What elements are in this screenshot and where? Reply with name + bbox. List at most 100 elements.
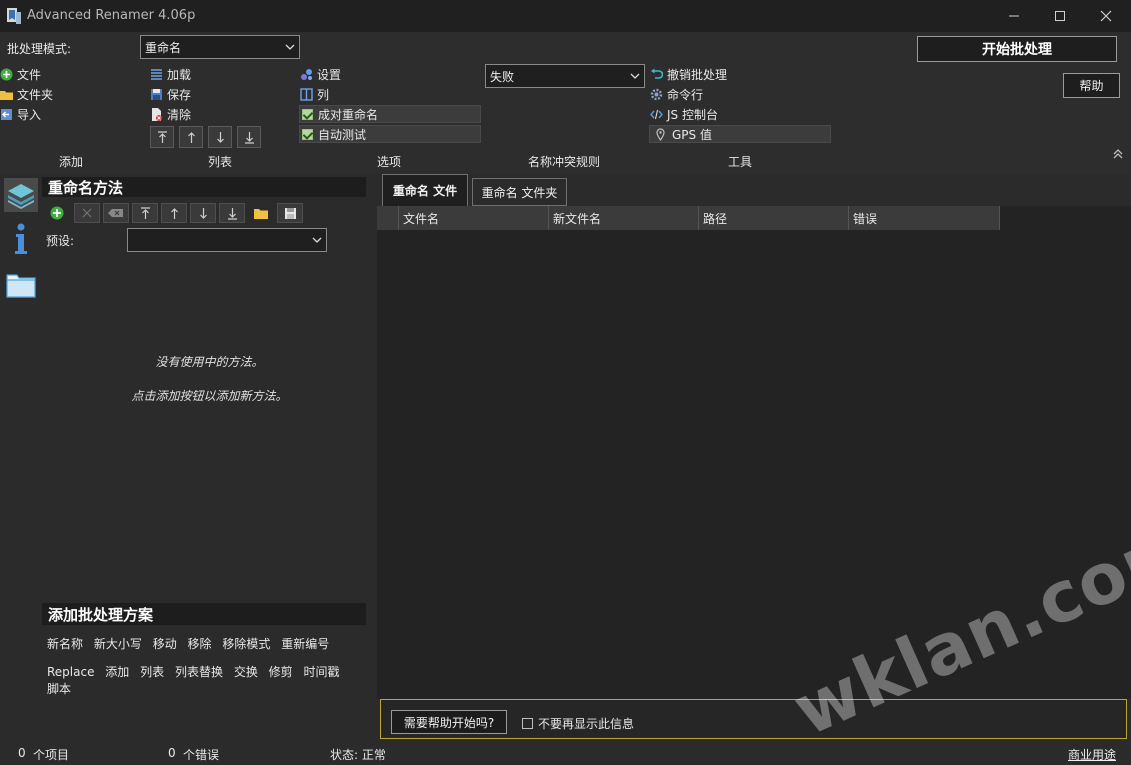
- columns-label: 列: [317, 88, 330, 102]
- load-list-label: 加载: [167, 68, 192, 82]
- clear-methods-button[interactable]: [103, 203, 129, 223]
- close-button[interactable]: [1083, 0, 1129, 32]
- import-button[interactable]: 导入: [0, 106, 41, 123]
- method-move-down-button[interactable]: [190, 203, 216, 223]
- chevron-down-icon: [312, 237, 322, 243]
- checkbox-checked-icon: [302, 108, 313, 120]
- arrow-up-icon: [187, 131, 195, 143]
- collapse-ribbon-button[interactable]: [1112, 148, 1124, 160]
- add-file-button[interactable]: 文件: [0, 66, 41, 83]
- method-link[interactable]: 移除: [188, 637, 212, 651]
- method-move-up-button[interactable]: [161, 203, 187, 223]
- arrow-to-top-icon: [157, 130, 167, 143]
- column-header-new-filename[interactable]: 新文件名: [549, 206, 699, 230]
- conflict-rule-select[interactable]: 失败: [485, 64, 645, 88]
- clear-list-button[interactable]: 清除: [150, 106, 191, 123]
- method-link[interactable]: 移除模式: [222, 637, 270, 651]
- batch-mode-value: 重命名: [145, 40, 182, 55]
- add-folder-label: 文件夹: [17, 88, 54, 102]
- start-batch-button[interactable]: 开始批处理: [917, 36, 1117, 62]
- undo-batch-label: 撤销批处理: [667, 68, 728, 82]
- side-tab-folder[interactable]: [4, 268, 38, 302]
- move-down-button[interactable]: [208, 126, 232, 148]
- tab-rename-folders[interactable]: 重命名 文件夹: [472, 178, 567, 206]
- file-list-area: 重命名 文件 重命名 文件夹 文件名 新文件名 路径 错误 需要帮助开始吗? 不…: [377, 174, 1131, 739]
- columns-icon: [300, 88, 313, 101]
- side-tab-info[interactable]: [4, 222, 38, 256]
- method-link[interactable]: 脚本: [47, 682, 71, 696]
- method-move-top-button[interactable]: [132, 203, 158, 223]
- auto-test-toggle[interactable]: 自动测试: [299, 125, 481, 143]
- method-link[interactable]: 添加: [105, 665, 129, 679]
- need-help-button[interactable]: 需要帮助开始吗?: [391, 710, 507, 734]
- errors-count: 0: [168, 746, 176, 760]
- conflict-rule-value: 失败: [490, 69, 515, 84]
- save-list-button[interactable]: 保存: [150, 86, 191, 103]
- batch-methods-title: 添加批处理方案: [42, 603, 366, 625]
- items-count: 0: [18, 746, 26, 760]
- undo-icon: [651, 68, 663, 79]
- commercial-use-link[interactable]: 商业用途: [1068, 746, 1116, 763]
- method-link[interactable]: 移动: [153, 637, 177, 651]
- window-title: Advanced Renamer 4.06p: [27, 8, 196, 23]
- method-link[interactable]: 时间戳: [304, 665, 340, 679]
- method-link[interactable]: 交换: [234, 665, 258, 679]
- status-bar: 0 个项目 0 个错误 状态: 正常 商业用途: [0, 739, 1131, 765]
- method-link[interactable]: 新名称: [47, 637, 83, 651]
- method-link[interactable]: 新大小写: [94, 637, 142, 651]
- preset-select[interactable]: [127, 228, 327, 252]
- title-bar: Advanced Renamer 4.06p: [0, 0, 1131, 32]
- delete-x-icon: [82, 208, 92, 218]
- move-up-button[interactable]: [179, 126, 203, 148]
- add-file-label: 文件: [17, 68, 42, 82]
- pair-rename-toggle[interactable]: 成对重命名: [299, 105, 481, 123]
- preset-label: 预设:: [46, 234, 75, 248]
- js-console-button[interactable]: JS 控制台: [650, 106, 718, 123]
- side-tab-methods[interactable]: [4, 178, 38, 212]
- column-header-error[interactable]: 错误: [849, 206, 1000, 230]
- delete-method-button[interactable]: [74, 203, 100, 223]
- clear-list-label: 清除: [167, 108, 192, 122]
- undo-batch-button[interactable]: 撤销批处理: [650, 66, 727, 83]
- import-label: 导入: [17, 108, 42, 122]
- list-icon: [151, 69, 162, 80]
- add-method-hint: 点击添加按钮以添加新方法。: [131, 389, 288, 403]
- command-line-button[interactable]: 命令行: [650, 86, 703, 103]
- minimize-button[interactable]: [991, 0, 1037, 32]
- checkbox-checked-icon: [302, 128, 313, 140]
- maximize-button[interactable]: [1037, 0, 1083, 32]
- method-link[interactable]: 列表: [140, 665, 164, 679]
- layers-icon: [8, 184, 34, 209]
- move-bottom-button[interactable]: [237, 126, 261, 148]
- file-grid[interactable]: 文件名 新文件名 路径 错误: [377, 206, 1131, 699]
- open-preset-button[interactable]: [248, 203, 274, 223]
- help-button[interactable]: 帮助: [1063, 73, 1120, 98]
- method-link[interactable]: 修剪: [269, 665, 293, 679]
- settings-button[interactable]: 设置: [300, 66, 341, 83]
- save-preset-button[interactable]: [277, 203, 303, 223]
- dont-show-again-checkbox[interactable]: 不要再显示此信息: [522, 715, 634, 732]
- pair-rename-label: 成对重命名: [318, 107, 379, 122]
- section-label-add: 添加: [59, 155, 84, 169]
- load-list-button[interactable]: 加载: [150, 66, 191, 83]
- app-logo-icon: [7, 8, 21, 24]
- add-circle-icon: [50, 206, 64, 220]
- add-method-button[interactable]: [44, 203, 70, 223]
- move-top-button[interactable]: [150, 126, 174, 148]
- settings-label: 设置: [317, 68, 342, 82]
- gps-values-button[interactable]: GPS 值: [649, 125, 831, 143]
- close-icon: [1100, 10, 1112, 22]
- section-label-list: 列表: [208, 155, 233, 169]
- column-header-filename[interactable]: 文件名: [399, 206, 549, 230]
- method-link[interactable]: 重新编号: [281, 637, 329, 651]
- method-link[interactable]: Replace: [47, 665, 94, 679]
- method-move-bottom-button[interactable]: [219, 203, 245, 223]
- column-header-path[interactable]: 路径: [699, 206, 849, 230]
- arrow-down-icon: [199, 207, 207, 219]
- batch-mode-select[interactable]: 重命名: [140, 35, 300, 59]
- columns-button[interactable]: 列: [300, 86, 329, 103]
- add-folder-button[interactable]: 文件夹: [0, 86, 53, 103]
- tab-rename-files[interactable]: 重命名 文件: [382, 174, 468, 206]
- js-console-label: JS 控制台: [667, 108, 718, 122]
- method-link[interactable]: 列表替换: [175, 665, 223, 679]
